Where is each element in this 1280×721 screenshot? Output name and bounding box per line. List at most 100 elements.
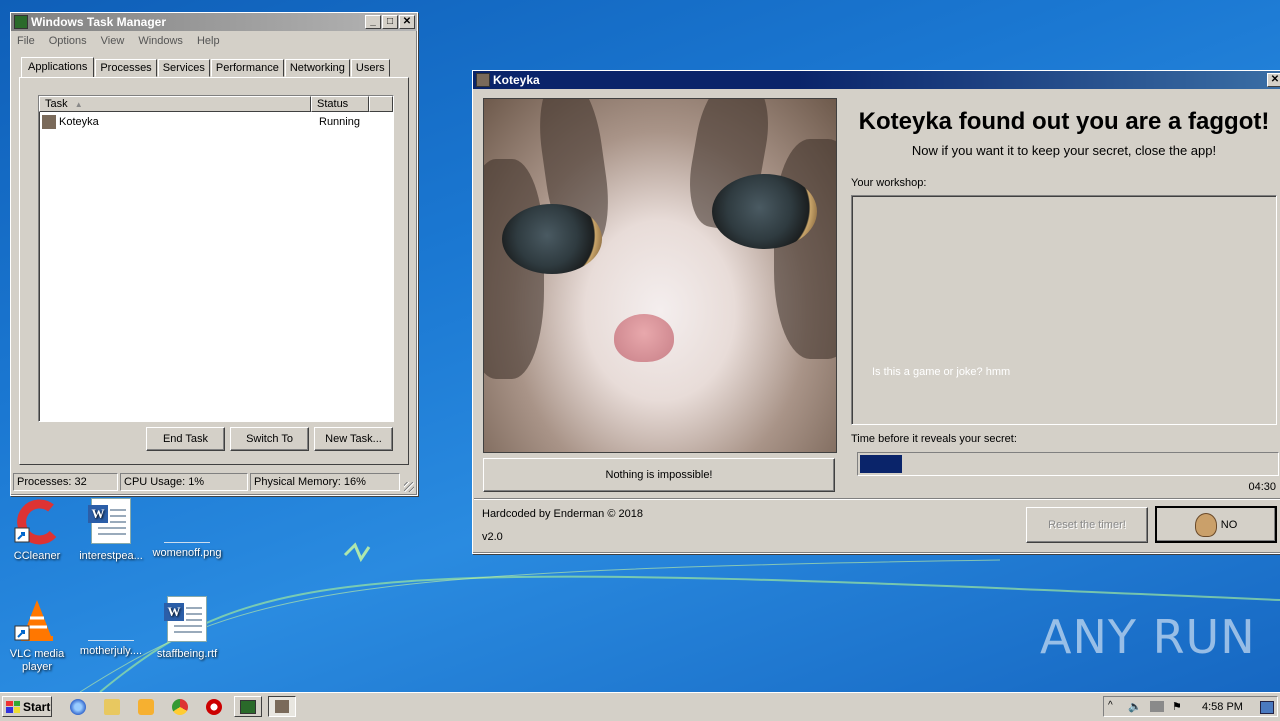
desktop-icon-label: interestpea...	[79, 550, 143, 562]
status-cpu: CPU Usage: 1%	[120, 473, 248, 491]
tab-processes[interactable]: Processes	[95, 59, 157, 77]
column-status[interactable]: Status	[311, 96, 369, 112]
internet-explorer-icon[interactable]	[70, 699, 86, 715]
status-bar: Processes: 32 CPU Usage: 1% Physical Mem…	[13, 473, 402, 491]
sort-arrow-icon: ▲	[74, 100, 83, 109]
start-label: Start	[23, 699, 51, 714]
task-manager-icon	[240, 700, 256, 714]
menu-help[interactable]: Help	[197, 35, 220, 47]
window-title: Windows Task Manager	[31, 15, 167, 29]
resize-grip-icon[interactable]	[404, 482, 414, 492]
koteyka-titlebar[interactable]: Koteyka ✕	[473, 71, 1280, 89]
status-processes: Processes: 32	[13, 473, 118, 491]
action-center-flag-icon[interactable]: ⚑	[1172, 700, 1182, 713]
taskbar: Start ^ 🔈 ⚑ 4:58 PM	[0, 692, 1280, 721]
menu-view[interactable]: View	[101, 35, 125, 47]
task-manager-icon	[14, 15, 28, 29]
new-task-button[interactable]: New Task...	[314, 427, 393, 451]
word-doc-icon: W	[88, 498, 131, 544]
tab-users[interactable]: Users	[350, 59, 390, 77]
switch-to-button[interactable]: Switch To	[230, 427, 309, 451]
opera-icon[interactable]	[206, 699, 222, 715]
end-task-button[interactable]: End Task	[146, 427, 225, 451]
taskbar-button-koteyka[interactable]	[268, 696, 296, 717]
clock[interactable]: 4:58 PM	[1202, 701, 1243, 713]
koteyka-title-icon	[476, 73, 490, 87]
media-player-icon[interactable]	[138, 699, 154, 715]
task-manager-window[interactable]: Windows Task Manager _ □ ✕ File Options …	[10, 12, 418, 496]
tab-strip: Applications Processes Services Performa…	[21, 57, 391, 77]
timer-label: Time before it reveals your secret:	[851, 433, 1017, 445]
folder-icon[interactable]	[104, 699, 120, 715]
task-status: Running	[319, 116, 360, 128]
koteyka-app-icon	[275, 700, 289, 713]
timer-progress-bar	[857, 452, 1279, 476]
windows-logo-icon	[6, 700, 20, 713]
workshop-label: Your workshop:	[851, 177, 927, 189]
show-desktop-icon[interactable]	[1260, 701, 1274, 714]
subheading: Now if you want it to keep your secret, …	[911, 143, 1217, 158]
word-doc-icon: W	[164, 596, 207, 642]
version-text: v2.0	[482, 531, 503, 543]
network-icon[interactable]	[1150, 701, 1164, 712]
workshop-text: Is this a game or joke? hmm	[872, 366, 1011, 378]
separator	[474, 498, 1280, 500]
no-button-label: NO	[1220, 518, 1238, 531]
menu-options[interactable]: Options	[49, 35, 87, 47]
png-file-icon	[164, 522, 210, 543]
system-tray: ^ 🔈 ⚑ 4:58 PM	[1103, 696, 1278, 717]
tab-performance[interactable]: Performance	[210, 59, 284, 77]
file-icon	[88, 620, 134, 641]
desktop-icon-motherjuly[interactable]: motherjuly....	[74, 596, 148, 658]
workshop-textbox[interactable]: Is this a game or joke? hmm	[851, 195, 1277, 425]
minimize-button[interactable]: _	[365, 15, 381, 29]
heading: Koteyka found out you are a faggot!	[858, 108, 1270, 135]
desktop-icon-label: motherjuly....	[79, 645, 143, 657]
desktop-icon-label: CCleaner	[13, 550, 61, 562]
desktop-icon-ccleaner[interactable]: CCleaner	[0, 498, 74, 563]
tab-applications[interactable]: Applications	[21, 57, 95, 77]
volume-icon[interactable]: 🔈	[1128, 700, 1142, 713]
status-memory: Physical Memory: 16%	[250, 473, 400, 491]
nothing-impossible-button[interactable]: Nothing is impossible!	[483, 458, 835, 492]
close-button[interactable]: ✕	[1267, 73, 1280, 87]
menu-windows[interactable]: Windows	[138, 35, 183, 47]
column-task-label: Task	[45, 98, 68, 110]
tab-networking[interactable]: Networking	[284, 59, 350, 77]
desktop-icon-label: womenoff.png	[152, 547, 222, 559]
timer-value: 04:30	[1248, 481, 1276, 493]
vlc-icon	[14, 600, 53, 641]
start-button[interactable]: Start	[2, 696, 52, 717]
task-manager-titlebar[interactable]: Windows Task Manager _ □ ✕	[11, 13, 417, 31]
anyrun-watermark: ANY RUN	[1040, 610, 1256, 664]
column-task[interactable]: Task ▲	[39, 96, 311, 112]
maximize-button[interactable]: □	[382, 15, 398, 29]
desktop-icon-womenoff[interactable]: womenoff.png	[150, 498, 224, 560]
cat-image	[483, 98, 837, 453]
chrome-icon[interactable]	[172, 699, 188, 715]
koteyka-app-icon	[42, 115, 56, 129]
reset-timer-button[interactable]: Reset the timer!	[1026, 507, 1148, 543]
menu-file[interactable]: File	[17, 35, 35, 47]
list-header: Task ▲ Status	[39, 96, 393, 112]
table-row[interactable]: Koteyka Running	[39, 113, 393, 131]
menu-bar: File Options View Windows Help	[11, 31, 417, 51]
desktop-icon-staffbeing[interactable]: W staffbeing.rtf	[150, 596, 224, 661]
tray-expand-icon[interactable]: ^	[1108, 700, 1113, 711]
window-title: Koteyka	[493, 73, 540, 87]
column-filler	[369, 96, 393, 112]
no-button[interactable]: NO	[1155, 506, 1277, 543]
watermark-text: ANY RUN	[1040, 610, 1256, 664]
task-name: Koteyka	[59, 116, 99, 128]
desktop-icon-label: VLC media player	[9, 648, 65, 673]
credits-text: Hardcoded by Enderman © 2018	[482, 508, 643, 520]
desktop-icon-vlc[interactable]: VLC media player	[0, 596, 74, 674]
desktop-icon-interestpea[interactable]: W interestpea...	[74, 498, 148, 563]
baldi-face-icon	[1194, 512, 1217, 537]
progress-fill	[860, 455, 902, 473]
desktop-icon-label: staffbeing.rtf	[156, 648, 218, 660]
taskbar-button-task-manager[interactable]	[234, 696, 262, 717]
tab-services[interactable]: Services	[157, 59, 210, 77]
close-button[interactable]: ✕	[399, 15, 415, 29]
task-list[interactable]: Task ▲ Status Koteyka Running	[38, 95, 394, 422]
